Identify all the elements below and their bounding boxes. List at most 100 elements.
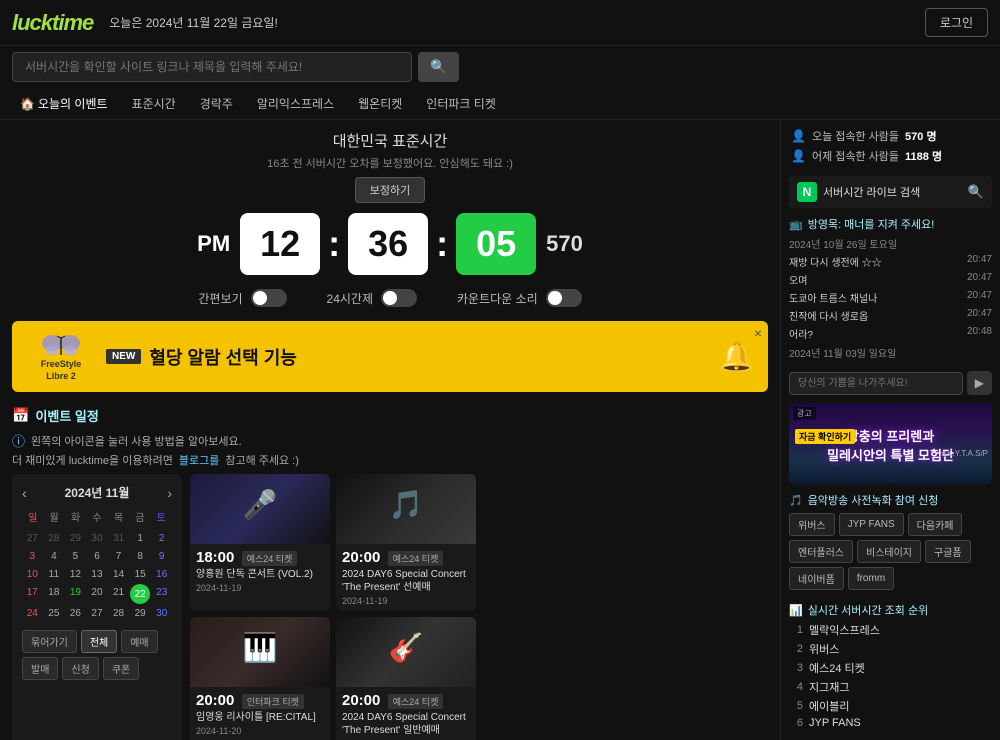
cal-day[interactable]: 8	[130, 548, 151, 565]
cal-day[interactable]: 14	[108, 566, 129, 583]
chat-input[interactable]	[789, 372, 963, 395]
cal-day[interactable]: 7	[108, 548, 129, 565]
tab-kyorak-label: 경락주	[200, 95, 233, 112]
cal-prev-button[interactable]: ‹	[22, 485, 27, 501]
tv-item-2: 오며 20:47	[789, 272, 992, 287]
tv-item-4: 진작에 다시 생로옵 20:47	[789, 308, 992, 323]
ranking-num-6: 6	[789, 717, 803, 729]
tab-aliexpress[interactable]: 알리익스프레스	[249, 92, 342, 115]
event-blog-link[interactable]: 블로그를	[179, 452, 219, 468]
cal-day[interactable]: 10	[22, 566, 43, 583]
cal-day[interactable]: 31	[108, 530, 129, 547]
cal-day[interactable]: 2	[151, 530, 172, 547]
cal-day[interactable]: 3	[22, 548, 43, 565]
cal-day[interactable]: 21	[108, 584, 129, 604]
cal-day-selected[interactable]: 22	[130, 584, 150, 604]
clock-display: PM 12 : 36 : 05 570	[0, 213, 780, 275]
tab-kyorak[interactable]: 경락주	[192, 92, 241, 115]
event-card-1[interactable]: 🎤 18:00 예스24 티켓 양홍원 단독 콘서트 (VOL.2) 2024-…	[190, 474, 330, 611]
tab-interpark[interactable]: 인터파크 티켓	[418, 92, 504, 115]
cal-day[interactable]: 15	[130, 566, 151, 583]
cal-day[interactable]: 6	[87, 548, 108, 565]
cal-filter-bundle[interactable]: 묶어가기	[22, 630, 77, 653]
cal-day[interactable]: 16	[151, 566, 172, 583]
search-input[interactable]	[12, 52, 412, 82]
badge-bistage[interactable]: 비스테이지	[857, 540, 921, 563]
cal-type-release[interactable]: 발매	[22, 657, 58, 680]
cal-day[interactable]: 27	[87, 605, 108, 622]
cal-day[interactable]: 30	[87, 530, 108, 547]
cal-filter-buttons: 묶어가기 전체 예매	[22, 630, 172, 653]
tab-standard-time[interactable]: 표준시간	[124, 92, 184, 115]
tv-date-2: 2024년 11월 03일 일요일	[789, 345, 992, 360]
cal-day[interactable]: 17	[22, 584, 43, 604]
badge-weverse[interactable]: 위버스	[789, 513, 835, 536]
event-card-3-title: 임영웅 리사이틀 [RE:CITAL]	[196, 711, 324, 724]
cal-header: ‹ 2024년 11월 ›	[22, 484, 172, 501]
cal-day[interactable]: 11	[44, 566, 65, 583]
login-button[interactable]: 로그인	[925, 8, 988, 37]
tab-aliexpress-label: 알리익스프레스	[257, 95, 334, 112]
cal-day[interactable]: 23	[151, 584, 172, 604]
cal-day[interactable]: 29	[65, 530, 86, 547]
ad-logo: FreeStyleLibre 2	[26, 331, 96, 382]
tab-webticket[interactable]: 웹온티켓	[350, 92, 410, 115]
cal-day[interactable]: 9	[151, 548, 172, 565]
center-content: 대한민국 표준시간 16초 전 서버시간 오차를 보정했어요. 안심해도 돼요 …	[0, 120, 780, 740]
cal-day[interactable]: 20	[87, 584, 108, 604]
cal-day[interactable]: 25	[44, 605, 65, 622]
naver-search-icon[interactable]: 🔍	[968, 184, 984, 200]
cal-type-coupon[interactable]: 쿠폰	[103, 657, 139, 680]
toggle-countdown-sound-switch[interactable]	[546, 289, 582, 307]
clock-minute: 36	[348, 213, 428, 275]
badge-jyp-fans[interactable]: JYP FANS	[839, 513, 904, 536]
tv-item-5: 어라? 20:48	[789, 326, 992, 341]
event-card-1-tag: 예스24 티켓	[242, 551, 298, 566]
event-info-text-2-prefix: 더 재미있게 lucktime을 이용하려면	[12, 452, 173, 468]
sidebar-ad[interactable]: 장충의 프리렌과밀레시안의 특별 모험단 자금 확인하기 ★K.Y.T.A.S/…	[789, 403, 992, 484]
tv-item-4-name: 진작에 다시 생로옵	[789, 308, 961, 323]
toggle-simple-view-switch[interactable]	[251, 289, 287, 307]
search-button[interactable]: 🔍	[418, 52, 459, 82]
person-icon-today: 👤	[791, 129, 806, 143]
cal-type-apply[interactable]: 신청	[62, 657, 98, 680]
event-card-3[interactable]: 🎹 20:00 인터파크 티켓 임영웅 리사이틀 [RE:CITAL] 2024…	[190, 617, 330, 740]
toggle-simple-view-knob	[253, 291, 267, 305]
tab-today-event[interactable]: 🏠 오늘의 이벤트	[12, 92, 116, 115]
cal-day[interactable]: 30	[151, 605, 172, 622]
guarantee-button[interactable]: 보정하기	[355, 177, 425, 203]
cal-day[interactable]: 28	[108, 605, 129, 622]
sidebar-ad-cta[interactable]: 자금 확인하기	[795, 429, 855, 444]
tv-item-1-name: 재방 다시 생전에 ☆☆	[789, 254, 961, 269]
cal-filter-ticket[interactable]: 예매	[121, 630, 157, 653]
cal-day[interactable]: 12	[65, 566, 86, 583]
cal-day[interactable]: 28	[44, 530, 65, 547]
cal-day[interactable]: 4	[44, 548, 65, 565]
event-cards-row-2: 🎹 20:00 인터파크 티켓 임영웅 리사이틀 [RE:CITAL] 2024…	[190, 617, 768, 740]
cal-day[interactable]: 24	[22, 605, 43, 622]
cal-next-button[interactable]: ›	[167, 485, 172, 501]
ad-banner[interactable]: FreeStyleLibre 2 NEW 혈당 알람 선택 기능 🔔 ×	[12, 321, 768, 392]
cal-day[interactable]: 26	[65, 605, 86, 622]
chat-send-button[interactable]: ▶	[967, 371, 992, 395]
event-card-4[interactable]: 🎸 20:00 예스24 티켓 2024 DAY6 Special Concer…	[336, 617, 476, 740]
cal-day[interactable]: 29	[130, 605, 151, 622]
cal-day[interactable]: 5	[65, 548, 86, 565]
badge-fromm[interactable]: fromm	[848, 567, 894, 590]
badge-enterplus[interactable]: 엔터플러스	[789, 540, 853, 563]
badge-naver-form[interactable]: 네이버폼	[789, 567, 844, 590]
cal-day[interactable]: 18	[44, 584, 65, 604]
badge-google-form[interactable]: 구글폼	[925, 540, 971, 563]
cal-day[interactable]: 19	[65, 584, 86, 604]
toggle-24h-switch[interactable]	[381, 289, 417, 307]
badge-daum-cafe[interactable]: 다음카페	[908, 513, 963, 536]
event-card-2[interactable]: 🎵 20:00 예스24 티켓 2024 DAY6 Special Concer…	[336, 474, 476, 611]
cal-filter-all[interactable]: 전체	[81, 630, 117, 653]
clock-title: 대한민국 표준시간	[0, 130, 780, 151]
event-card-2-time: 20:00	[342, 549, 380, 566]
ad-close-button[interactable]: ×	[754, 325, 762, 341]
cal-day[interactable]: 27	[22, 530, 43, 547]
naver-n-icon: N	[797, 182, 817, 202]
cal-day[interactable]: 13	[87, 566, 108, 583]
cal-day[interactable]: 1	[130, 530, 151, 547]
